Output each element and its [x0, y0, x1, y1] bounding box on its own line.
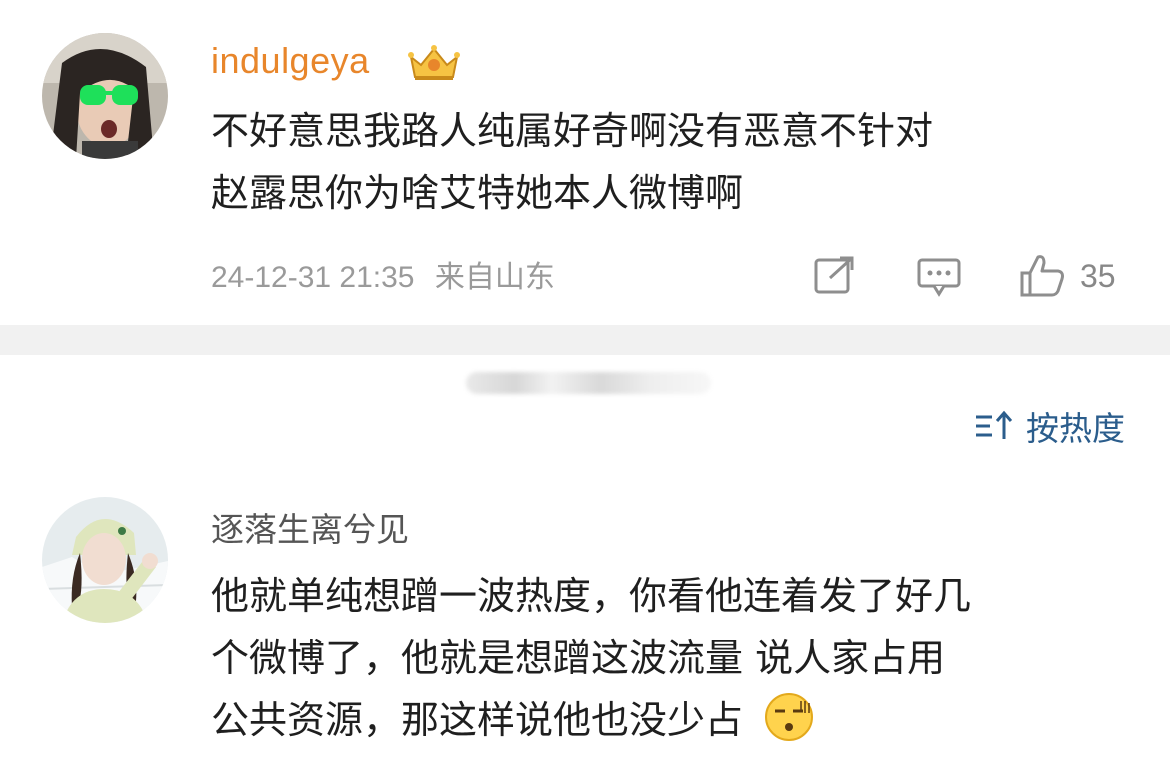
thumbs-up-icon — [1020, 255, 1064, 297]
speechless-face-emoji — [763, 691, 815, 743]
username[interactable]: 逐落生离兮见 — [211, 503, 409, 551]
timestamp: 24-12-31 21:35 — [211, 261, 415, 294]
comment-meta: 24-12-31 21:35 来自山东 — [211, 252, 567, 296]
comment-icon[interactable] — [916, 254, 962, 298]
comment-text: 不好意思我路人纯属好奇啊没有恶意不针对 赵露思你为啥艾特她本人微博啊 — [211, 100, 1131, 224]
avatar[interactable] — [42, 33, 168, 159]
sort-toggle[interactable]: 按热度 — [974, 402, 1125, 450]
sort-icon — [976, 410, 1013, 439]
crown-vip-icon — [405, 43, 463, 83]
comment-line: 公共资源，那这样说他也没少占 — [211, 698, 744, 742]
share-icon[interactable] — [812, 254, 856, 298]
comment-line: 个微博了，他就是想蹭这波流量 说人家占用 — [211, 636, 946, 680]
location: 来自山东 — [434, 261, 555, 294]
like-count: 35 — [1080, 257, 1116, 294]
comment-text: 他就单纯想蹭一波热度，你看他连着发了好几 个微博了，他就是想蹭这波流量 说人家占… — [211, 565, 1131, 751]
comment-line: 他就单纯想蹭一波热度，你看他连着发了好几 — [211, 574, 972, 618]
comment-line: 不好意思我路人纯属好奇啊没有恶意不针对 — [211, 109, 934, 153]
like-button[interactable]: 35 — [1018, 254, 1116, 298]
avatar[interactable] — [42, 497, 168, 623]
section-divider — [0, 325, 1170, 355]
sort-label: 按热度 — [1026, 409, 1125, 448]
comment-line: 赵露思你为啥艾特她本人微博啊 — [211, 171, 744, 215]
username[interactable]: indulgeya — [211, 40, 370, 82]
blurred-content — [466, 372, 711, 394]
